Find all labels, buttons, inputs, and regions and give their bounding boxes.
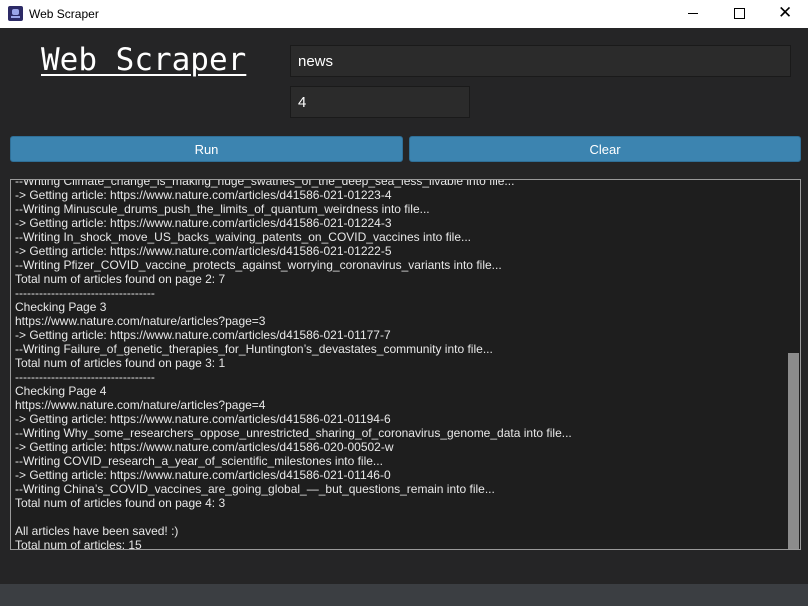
log-line: --Writing In_shock_move_US_backs_waiving…	[15, 230, 472, 244]
log-line: Total num of articles found on page 2: 7	[15, 272, 226, 286]
minimize-button[interactable]	[670, 0, 716, 28]
maximize-button[interactable]	[716, 0, 762, 28]
log-line: -> Getting article: https://www.nature.c…	[15, 328, 391, 342]
output-log[interactable]: --Writing Climate_change_is_making_huge_…	[10, 179, 801, 550]
log-line: -> Getting article: https://www.nature.c…	[15, 216, 392, 230]
log-line: -----------------------------------	[15, 370, 155, 384]
app-heading: Web Scraper	[41, 42, 247, 78]
log-line: Total num of articles found on page 4: 3	[15, 496, 226, 510]
log-line: --Writing Failure_of_genetic_therapies_f…	[15, 342, 493, 356]
close-button[interactable]: ✕	[762, 0, 808, 28]
window-title: Web Scraper	[29, 7, 99, 21]
app-icon	[8, 6, 23, 21]
search-input[interactable]	[290, 45, 791, 77]
log-line: -----------------------------------	[15, 286, 155, 300]
main-panel: Web Scraper Run Clear --Writing Climate_…	[0, 28, 808, 584]
log-line: Checking Page 3	[15, 300, 107, 314]
title-bar: Web Scraper ✕	[0, 0, 808, 28]
log-line: --Writing Climate_change_is_making_huge_…	[15, 179, 515, 188]
log-line: -> Getting article: https://www.nature.c…	[15, 188, 392, 202]
log-line: --Writing Minuscule_drums_push_the_limit…	[15, 202, 430, 216]
log-line: -> Getting article: https://www.nature.c…	[15, 440, 394, 454]
log-line: Checking Page 4	[15, 384, 107, 398]
maximize-icon	[734, 8, 745, 19]
log-line: -> Getting article: https://www.nature.c…	[15, 244, 392, 258]
run-button[interactable]: Run	[10, 136, 403, 162]
log-line: Total num of articles: 15	[15, 538, 142, 550]
log-line: All articles have been saved! :)	[15, 524, 179, 538]
log-line: --Writing Why_some_researchers_oppose_un…	[15, 426, 572, 440]
minimize-icon	[688, 13, 698, 14]
log-content: --Writing Climate_change_is_making_huge_…	[15, 179, 784, 550]
log-line: --Writing COVID_research_a_year_of_scien…	[15, 454, 383, 468]
log-scrollbar[interactable]	[787, 180, 800, 549]
log-line: https://www.nature.com/nature/articles?p…	[15, 398, 266, 412]
status-bar	[0, 584, 808, 606]
log-line: -> Getting article: https://www.nature.c…	[15, 412, 391, 426]
close-icon: ✕	[778, 3, 793, 23]
log-line: --Writing China’s_COVID_vaccines_are_goi…	[15, 482, 495, 496]
log-line: https://www.nature.com/nature/articles?p…	[15, 314, 266, 328]
log-line: --Writing Pfizer_COVID_vaccine_protects_…	[15, 258, 502, 272]
pages-input[interactable]	[290, 86, 470, 118]
clear-button[interactable]: Clear	[409, 136, 801, 162]
log-line: Total num of articles found on page 3: 1	[15, 356, 226, 370]
log-line: -> Getting article: https://www.nature.c…	[15, 468, 391, 482]
scrollbar-thumb[interactable]	[788, 353, 799, 549]
